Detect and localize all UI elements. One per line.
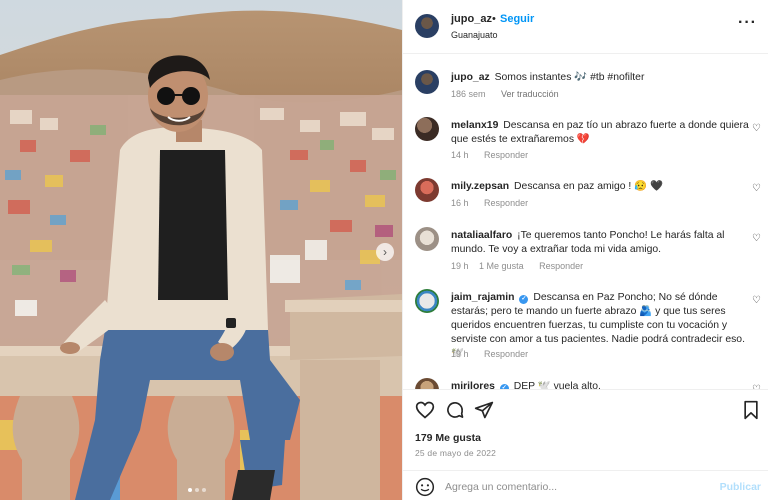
avatar[interactable] [415,70,439,94]
avatar[interactable] [415,14,439,38]
like-comment-heart-icon[interactable]: ♡ [752,234,761,244]
comment-meta: 16 h Responder [451,198,541,208]
carousel-next-icon[interactable]: › [376,243,394,261]
comment-username[interactable]: melanx19 [451,120,498,131]
caption-age: 186 sem [451,89,486,99]
comment-text-block: melanx19 Descansa en paz tío un abrazo f… [451,119,749,147]
post-photo[interactable]: › [0,0,402,500]
caption-text: Somos instantes 🎶 #tb #nofilter [494,72,645,83]
like-heart-icon[interactable] [415,400,435,420]
comment-likes[interactable]: 1 Me gusta [479,261,524,271]
photo-scene [0,0,402,500]
comment-meta: 19 h Responder [451,349,541,359]
comment-meta: 14 h Responder [451,150,541,160]
avatar[interactable] [415,178,439,202]
carousel-dot [195,488,199,492]
reply-button[interactable]: Responder [484,198,528,208]
add-comment-row: Publicar [403,470,768,500]
like-comment-heart-icon[interactable]: ♡ [752,124,761,134]
comment-username[interactable]: nataliaalfaro [451,230,512,241]
avatar[interactable] [415,289,439,313]
like-comment-heart-icon[interactable]: ♡ [752,296,761,306]
comment-meta: 19 h 1 Me gusta Responder [451,261,596,271]
avatar[interactable] [415,117,439,141]
comment-text-block: nataliaalfaro ¡Te queremos tanto Poncho!… [451,229,749,257]
comment-age: 19 h [451,261,469,271]
comment-text-block: mily.zepsan Descansa en paz amigo ! 😥 🖤 [451,180,749,194]
author-username[interactable]: jupo_az [451,13,492,25]
avatar[interactable] [415,227,439,251]
post-comment-button[interactable]: Publicar [720,481,761,493]
comment-age: 14 h [451,150,469,160]
see-translation-link[interactable]: Ver traducción [501,89,559,99]
post-actions-section: 179 Me gusta 25 de mayo de 2022 Publicar [403,389,768,500]
carousel-dots [188,488,206,492]
add-comment-input[interactable] [445,478,685,496]
share-send-icon[interactable] [474,400,494,420]
caption-text-block: jupo_az Somos instantes 🎶 #tb #nofilter [451,71,749,85]
reply-button[interactable]: Responder [484,150,528,160]
post-detail-panel: jupo_az • Seguir Guanajuato ··· jupo_az … [402,0,768,500]
post-date: 25 de mayo de 2022 [415,448,497,458]
post-header: jupo_az • Seguir Guanajuato ··· [403,0,768,54]
comment-text: Descansa en paz amigo ! 😥 🖤 [514,181,663,192]
verified-badge-icon: ✓ [519,295,529,304]
caption: jupo_az Somos instantes 🎶 #tb #nofilter … [403,70,768,102]
post-location[interactable]: Guanajuato [451,30,498,40]
caption-username[interactable]: jupo_az [451,72,490,83]
reply-button[interactable]: Responder [539,261,583,271]
emoji-icon[interactable] [415,477,435,497]
carousel-dot [188,488,192,492]
follow-button[interactable]: Seguir [500,13,534,25]
comment-icon[interactable] [445,400,465,420]
reply-button[interactable]: Responder [484,349,528,359]
save-bookmark-icon[interactable] [741,400,761,420]
comment-username[interactable]: jaim_rajamin [451,292,515,303]
like-comment-heart-icon[interactable]: ♡ [752,184,761,194]
comment-age: 19 h [451,349,469,359]
comment-username[interactable]: mily.zepsan [451,181,509,192]
separator-dot: • [492,13,496,25]
more-horizontal-icon[interactable]: ··· [738,15,757,31]
likes-count[interactable]: 179 Me gusta [415,432,481,444]
caption-meta: 186 sem Ver traducción [451,89,572,99]
comment-age: 16 h [451,198,469,208]
carousel-dot [202,488,206,492]
